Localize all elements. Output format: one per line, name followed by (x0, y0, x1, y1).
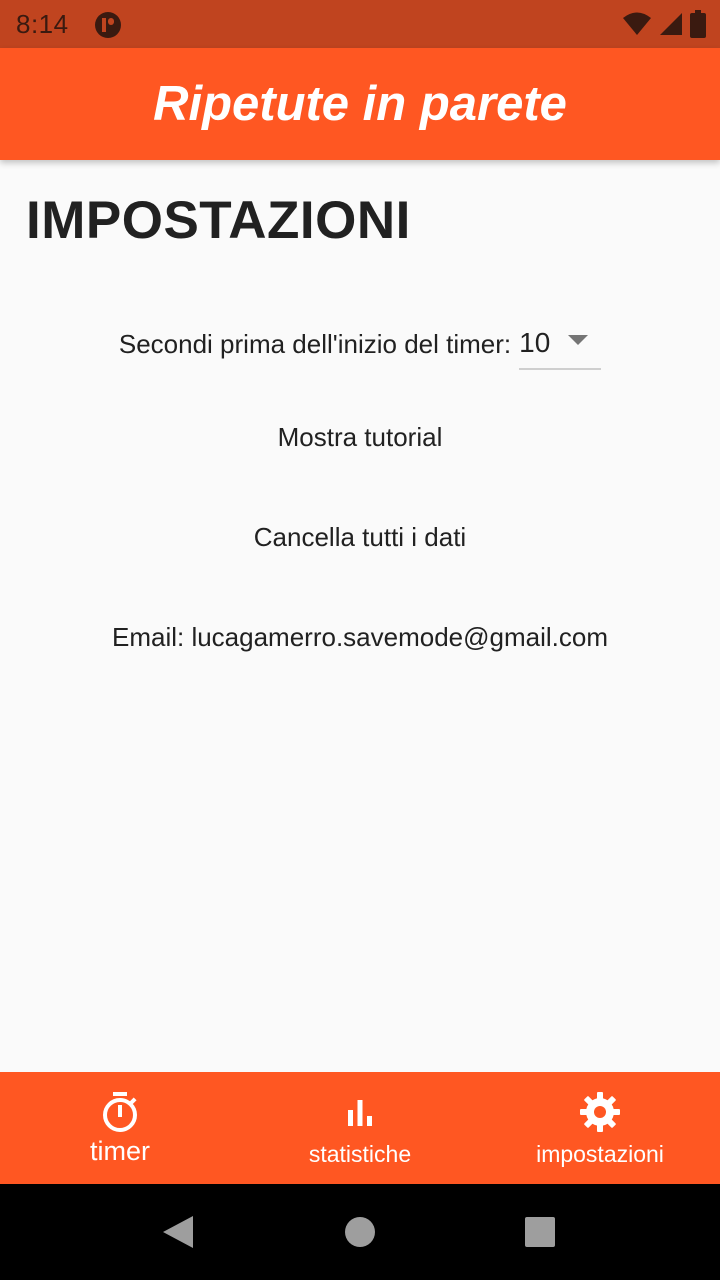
signal-icon (660, 13, 682, 35)
back-icon[interactable] (162, 1215, 194, 1249)
wifi-icon (623, 12, 651, 35)
dropdown-arrow-icon (568, 335, 589, 345)
system-navigation-bar (0, 1184, 720, 1280)
countdown-dropdown[interactable]: 10 (519, 318, 602, 370)
stopwatch-icon (103, 1092, 137, 1132)
status-bar: 8:14 (0, 0, 720, 48)
status-icons (622, 10, 706, 38)
home-icon[interactable] (344, 1216, 376, 1248)
bar-chart-icon (348, 1100, 372, 1126)
bottom-navigation: timer statistiche impostazioni (0, 1072, 720, 1184)
nav-label-timer: timer (90, 1136, 150, 1166)
nav-item-impostazioni[interactable]: impostazioni (480, 1072, 720, 1184)
countdown-label: Secondi prima dell'inizio del timer: (118, 328, 512, 359)
page-title: IMPOSTAZIONI (26, 191, 411, 250)
countdown-setting: Secondi prima dell'inizio del timer: 10 (0, 318, 720, 370)
app-notification-icon (95, 12, 121, 38)
delete-all-data-button[interactable]: Cancella tutti i dati (0, 522, 720, 553)
battery-icon (690, 10, 706, 38)
nav-item-timer[interactable]: timer (0, 1072, 240, 1184)
app-bar: Ripetute in parete (0, 48, 720, 160)
nav-label-impostazioni: impostazioni (536, 1141, 664, 1167)
nav-item-statistiche[interactable]: statistiche (240, 1072, 480, 1184)
app-title: Ripetute in parete (153, 77, 567, 131)
gear-icon (580, 1092, 620, 1132)
show-tutorial-button[interactable]: Mostra tutorial (0, 422, 720, 453)
nav-label-statistiche: statistiche (308, 1141, 412, 1167)
recents-icon[interactable] (525, 1217, 555, 1247)
status-time: 8:14 (16, 9, 69, 39)
contact-email[interactable]: Email: lucagamerro.savemode@gmail.com (0, 622, 720, 653)
countdown-value: 10 (519, 327, 551, 358)
settings-page: IMPOSTAZIONI Secondi prima dell'inizio d… (0, 160, 720, 1072)
